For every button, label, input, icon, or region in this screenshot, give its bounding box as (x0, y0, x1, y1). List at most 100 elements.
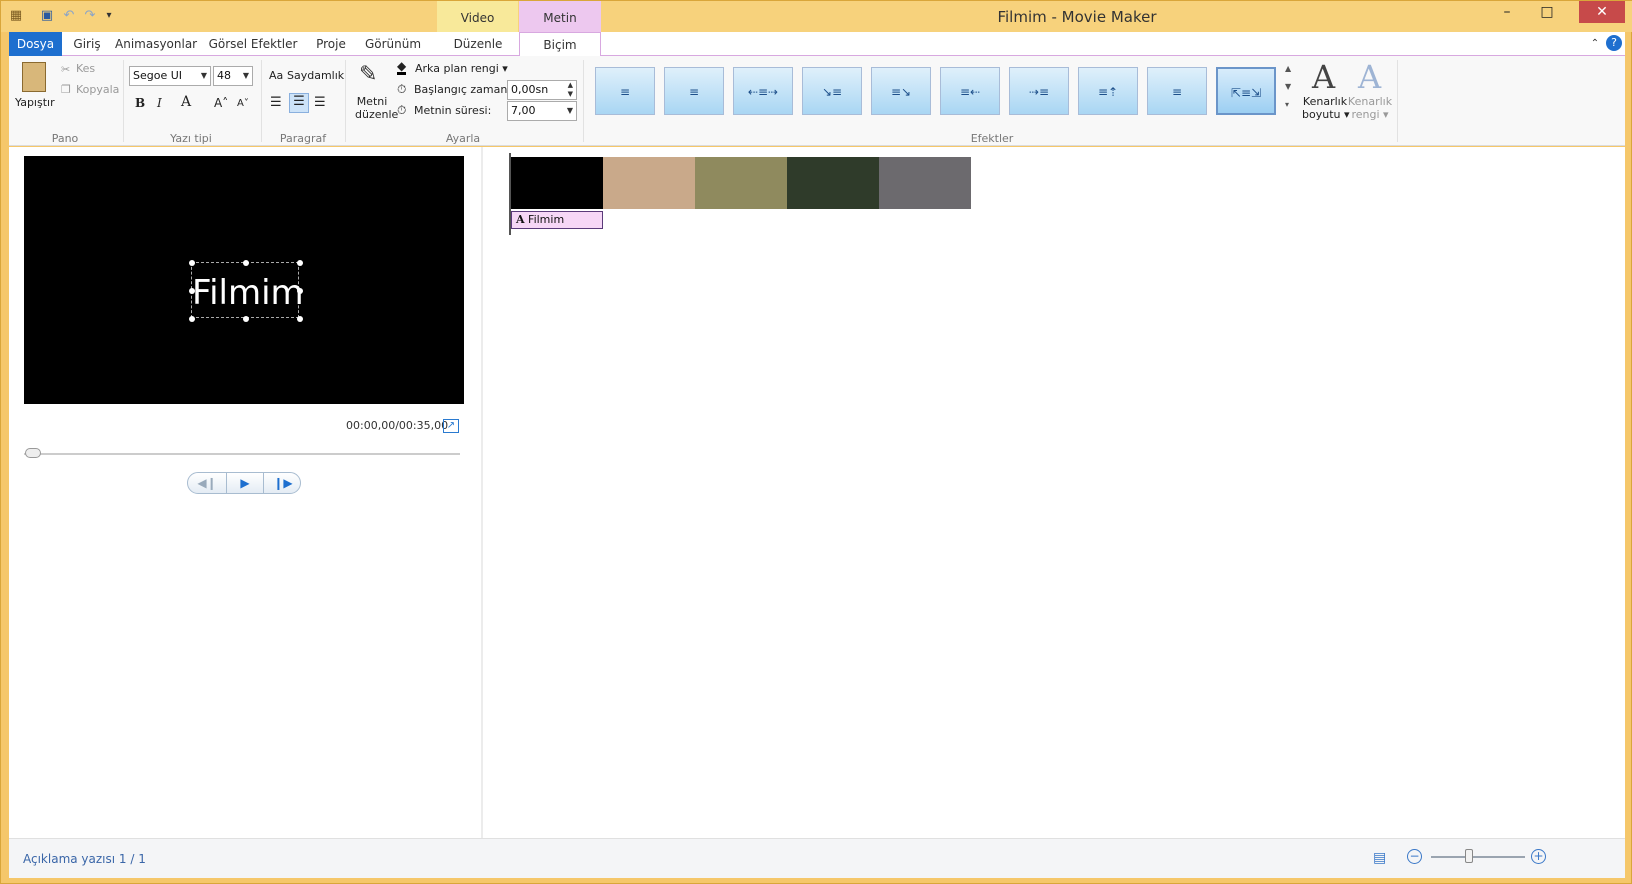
border-color-icon: A (1358, 58, 1382, 96)
effect-tile[interactable]: ⇱≡⇲ (1216, 67, 1276, 115)
tab-animations[interactable]: Animasyonlar (115, 32, 197, 56)
gallery-up-icon[interactable]: ▲ (1285, 64, 1291, 73)
tab-visual-effects[interactable]: Görsel Efektler (205, 32, 301, 56)
edit-text-icon[interactable]: ✎ (359, 62, 377, 87)
ribbon: Yapıştır ✂ Kes ❐ Kopyala Pano Segoe UI ▼ … (9, 56, 1625, 146)
effect-icon: ≡⇠ (959, 85, 981, 99)
cut-icon: ✂ (61, 63, 71, 76)
play-button[interactable]: ▶ (226, 473, 264, 493)
caption-text[interactable]: Filmim (192, 273, 304, 313)
collapse-ribbon-icon[interactable]: ⌃ (1587, 32, 1603, 56)
tab-file[interactable]: Dosya (9, 32, 62, 56)
next-frame-button[interactable]: ❙▶ (264, 473, 302, 493)
edit-text-button[interactable]: Metni düzenle (355, 95, 398, 121)
resize-handle[interactable] (297, 316, 303, 322)
italic-button[interactable]: I (157, 96, 162, 110)
fullscreen-icon[interactable]: ↗ (443, 419, 459, 433)
clip-thumbnail[interactable] (603, 157, 695, 209)
caption-selection-box[interactable]: Filmim (189, 260, 304, 322)
paste-button[interactable]: Yapıştır (15, 96, 55, 109)
grow-font-icon[interactable]: A˄ (214, 96, 228, 110)
zoom-slider[interactable] (1431, 856, 1525, 858)
effect-tile[interactable]: ≡⇡ (1078, 67, 1138, 115)
video-preview[interactable]: Filmim (24, 156, 464, 404)
resize-handle[interactable] (189, 316, 195, 322)
border-size-button[interactable]: Kenarlık boyutu ▾ (1302, 95, 1350, 121)
resize-handle[interactable] (297, 260, 303, 266)
resize-handle[interactable] (189, 260, 195, 266)
effect-tile[interactable]: ≡ (595, 67, 655, 115)
minimize-button[interactable]: – (1487, 1, 1527, 23)
start-time-label: Başlangıç zamanı: (414, 83, 515, 96)
effect-icon: ≡ (1171, 85, 1183, 99)
workspace: Filmim 00:00,00/00:35,00 ↗ ◀❙ ▶ ❙▶ A Fil… (9, 147, 1625, 838)
duration-select[interactable]: 7,00 ▼ (507, 101, 577, 121)
font-size-select[interactable]: 48 ▼ (213, 66, 253, 86)
effect-tile[interactable]: ≡⇠ (940, 67, 1000, 115)
caption-clip[interactable]: A Filmim (511, 211, 603, 229)
tab-project[interactable]: Proje (309, 32, 353, 56)
effect-icon: ≡↘ (890, 85, 912, 99)
clip-thumbnail[interactable] (511, 157, 603, 209)
tab-home[interactable]: Giriş (66, 32, 108, 56)
seek-bar[interactable] (24, 453, 460, 455)
copy-button[interactable]: Kopyala (76, 83, 119, 96)
seek-thumb[interactable] (25, 448, 41, 458)
group-label-font: Yazı tipi (170, 132, 212, 145)
effect-tile[interactable]: ⇢≡ (1009, 67, 1069, 115)
shrink-font-icon[interactable]: A˅ (237, 98, 249, 109)
align-center-icon[interactable]: ☰ (289, 93, 309, 113)
group-label-adjust: Ayarla (445, 132, 481, 145)
background-color-button[interactable]: Arka plan rengi ▾ (415, 62, 508, 75)
clip-thumbnail[interactable] (879, 157, 971, 209)
previous-frame-button[interactable]: ◀❙ (188, 473, 226, 493)
transparency-icon: Aa (269, 69, 284, 82)
fill-bucket-icon: ◆ (397, 59, 407, 75)
thumbnail-size-icon[interactable]: ▤ (1373, 850, 1386, 866)
effect-icon: ⇠≡⇢ (747, 85, 779, 99)
copy-icon: ❐ (61, 83, 71, 96)
ribbon-tabs: Dosya Giriş Animasyonlar Görsel Efektler… (9, 32, 1625, 57)
group-label-clipboard: Pano (51, 132, 79, 145)
effect-tile[interactable]: ⇠≡⇢ (733, 67, 793, 115)
effect-icon: ↘≡ (821, 85, 843, 99)
bold-button[interactable]: B (135, 96, 145, 110)
effect-tile[interactable]: ≡↘ (871, 67, 931, 115)
effect-tile[interactable]: ≡ (664, 67, 724, 115)
effect-icon: ⇢≡ (1028, 85, 1050, 99)
transparency-button[interactable]: Saydamlık (287, 69, 344, 82)
resize-handle[interactable] (243, 260, 249, 266)
group-label-effects: Efektler (970, 132, 1014, 145)
resize-handle[interactable] (189, 288, 195, 294)
effect-tile[interactable]: ≡ (1147, 67, 1207, 115)
cut-button[interactable]: Kes (76, 62, 95, 75)
pane-divider[interactable] (481, 147, 483, 838)
zoom-out-icon[interactable]: − (1407, 849, 1422, 864)
effect-tile[interactable]: ↘≡ (802, 67, 862, 115)
font-color-button[interactable]: A (181, 94, 191, 110)
close-button[interactable]: ✕ (1579, 1, 1625, 23)
zoom-slider-thumb[interactable] (1465, 849, 1473, 863)
playback-controls: ◀❙ ▶ ❙▶ (187, 472, 301, 494)
paste-icon[interactable] (22, 62, 46, 92)
help-icon[interactable]: ? (1606, 35, 1622, 51)
gallery-more-icon[interactable]: ▾ (1285, 100, 1289, 109)
clip-thumbnail[interactable] (695, 157, 787, 209)
gallery-down-icon[interactable]: ▼ (1285, 82, 1291, 91)
font-family-select[interactable]: Segoe UI ▼ (129, 66, 211, 86)
resize-handle[interactable] (297, 288, 303, 294)
clip-thumbnail[interactable] (787, 157, 879, 209)
zoom-in-icon[interactable]: + (1531, 849, 1546, 864)
app-window: ▦ ▣ ↶ ↷ ▾ Video Araçları Metin Araçları … (0, 0, 1632, 884)
border-color-button[interactable]: Kenarlık rengi ▾ (1347, 95, 1393, 121)
group-label-paragraph: Paragraf (279, 132, 327, 145)
start-time-input[interactable]: 0,00sn ▲ ▼ (507, 80, 577, 100)
tab-view[interactable]: Görünüm (361, 32, 425, 56)
maximize-button[interactable]: □ (1527, 1, 1567, 23)
tab-edit[interactable]: Düzenle (437, 32, 519, 56)
align-right-icon[interactable]: ☰ (314, 95, 326, 110)
effect-icon: ≡ (619, 85, 631, 99)
resize-handle[interactable] (243, 316, 249, 322)
tab-format[interactable]: Biçim (519, 32, 601, 57)
align-left-icon[interactable]: ☰ (270, 95, 282, 110)
